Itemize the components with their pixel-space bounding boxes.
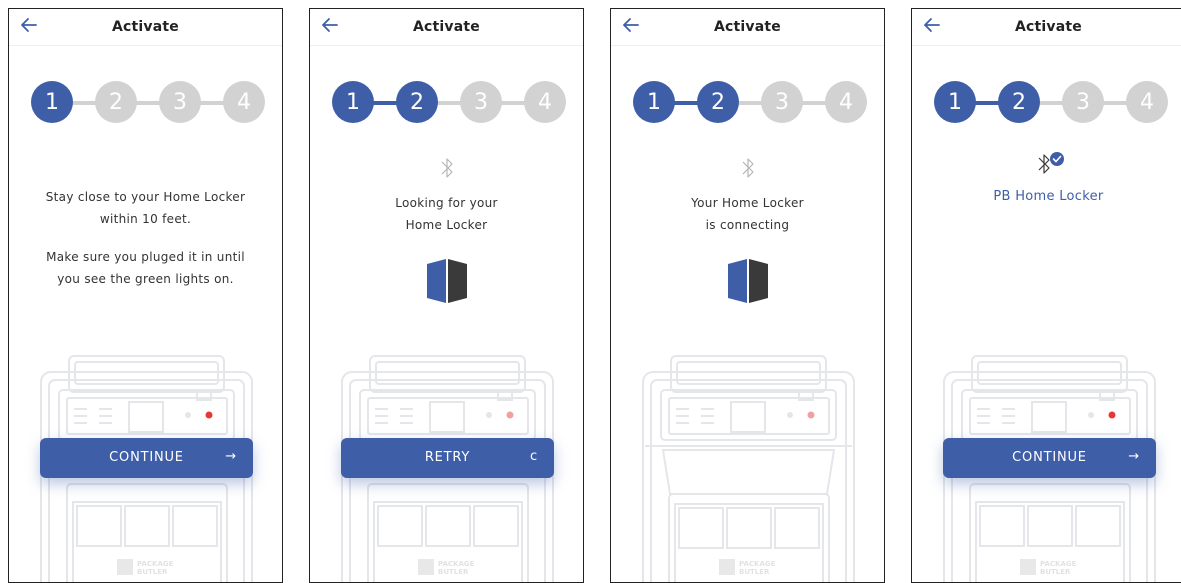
svg-text:BUTLER: BUTLER: [438, 568, 469, 576]
progress-stepper: 1 2 3 4: [332, 81, 566, 125]
page-title: Activate: [112, 19, 179, 35]
package-butler-cube-icon: [726, 259, 770, 303]
status-line: Looking for your: [395, 196, 498, 210]
arrow-right-icon: →: [225, 449, 237, 464]
step-1: 1: [934, 81, 976, 123]
top-bar: Activate: [912, 9, 1181, 46]
svg-text:PACKAGE: PACKAGE: [137, 560, 174, 568]
step-4: 4: [524, 81, 566, 123]
retry-button[interactable]: RETRY c: [341, 438, 554, 478]
status-line: is connecting: [705, 218, 790, 232]
step-2: 2: [95, 81, 137, 123]
svg-text:PACKAGE: PACKAGE: [1040, 560, 1077, 568]
svg-text:BUTLER: BUTLER: [739, 568, 770, 576]
svg-text:BUTLER: BUTLER: [1040, 568, 1071, 576]
activate-screen-4: Activate 1 2 3 4 PB Home Locker PACKAGE …: [911, 8, 1181, 583]
step-4: 4: [223, 81, 265, 123]
continue-button-label: CONTINUE: [1012, 450, 1087, 465]
retry-button-label: RETRY: [424, 450, 471, 465]
progress-stepper: 1 2 3 4: [31, 81, 265, 125]
instruction-line: Make sure you pluged it in until: [46, 250, 245, 264]
paired-device-name[interactable]: PB Home Locker: [912, 189, 1181, 204]
page-title: Activate: [714, 19, 781, 35]
bluetooth-check-icon: [1036, 151, 1066, 177]
continue-button-label: CONTINUE: [109, 450, 184, 465]
step-4: 4: [1126, 81, 1168, 123]
step-1: 1: [633, 81, 675, 123]
instruction-line: you see the green lights on.: [57, 272, 234, 286]
svg-text:BUTLER: BUTLER: [137, 568, 168, 576]
step-1: 1: [332, 81, 374, 123]
continue-button[interactable]: CONTINUE →: [40, 438, 253, 478]
progress-stepper: 1 2 3 4: [934, 81, 1168, 125]
bluetooth-icon: [739, 155, 757, 181]
top-bar: Activate: [611, 9, 884, 46]
refresh-icon: c: [530, 449, 538, 464]
step-1: 1: [31, 81, 73, 123]
bluetooth-icon: [438, 155, 456, 181]
svg-text:PACKAGE: PACKAGE: [438, 560, 475, 568]
step-3: 3: [761, 81, 803, 123]
arrow-right-icon: →: [1128, 449, 1140, 464]
activate-screen-3: Activate 1 2 3 4 Your Home Locker is con…: [610, 8, 885, 583]
top-bar: Activate: [310, 9, 583, 46]
step-2: 2: [396, 81, 438, 123]
activate-screen-2: Activate 1 2 3 4 Looking for your Home L…: [309, 8, 584, 583]
home-locker-illustration-open: PACKAGE BUTLER: [641, 354, 856, 582]
page-title: Activate: [413, 19, 480, 35]
step-4: 4: [825, 81, 867, 123]
step-3: 3: [460, 81, 502, 123]
instruction-line: within 10 feet.: [99, 212, 192, 226]
step-3: 3: [1062, 81, 1104, 123]
activate-screen-1: Activate 1 2 3 4 Stay close to your Home…: [8, 8, 283, 583]
status-line: Home Locker: [405, 218, 488, 232]
step-3: 3: [159, 81, 201, 123]
svg-text:PACKAGE: PACKAGE: [739, 560, 776, 568]
continue-button[interactable]: CONTINUE →: [943, 438, 1156, 478]
package-butler-cube-icon: [425, 259, 469, 303]
instruction-line: Stay close to your Home Locker: [45, 190, 246, 204]
step-2: 2: [697, 81, 739, 123]
step-2: 2: [998, 81, 1040, 123]
top-bar: Activate: [9, 9, 282, 46]
page-title: Activate: [1015, 19, 1082, 35]
status-line: Your Home Locker: [691, 196, 804, 210]
progress-stepper: 1 2 3 4: [633, 81, 867, 125]
